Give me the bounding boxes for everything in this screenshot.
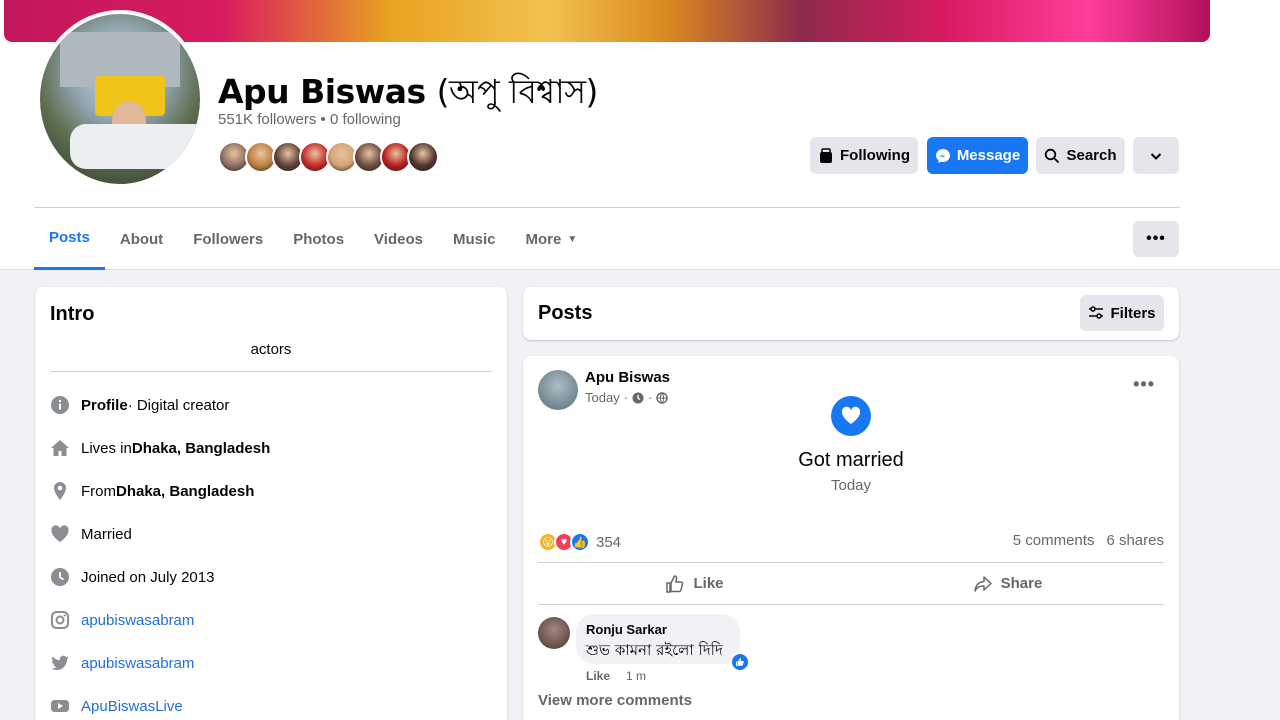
location-pin-icon <box>50 481 70 501</box>
comment-text: শুভ কামনা রইলো দিদি <box>586 641 723 659</box>
filters-button[interactable]: Filters <box>1080 295 1164 331</box>
comment-like-link[interactable]: Like <box>586 669 610 683</box>
chevron-down-icon <box>1150 152 1162 160</box>
comment-bubble: Ronju Sarkar শুভ কামনা রইলো দিদি <box>576 614 750 672</box>
like-button[interactable]: Like <box>538 563 851 604</box>
like-reaction-icon: 👍 <box>570 532 590 552</box>
friend-avatar[interactable] <box>407 141 439 173</box>
commenter-avatar[interactable] <box>538 617 570 649</box>
view-more-comments-link[interactable]: View more comments <box>538 692 692 709</box>
profile-dropdown-button[interactable] <box>1133 137 1179 174</box>
reaction-count: 354 <box>596 533 622 551</box>
followers-count[interactable]: 551K followers • 0 following <box>218 111 401 128</box>
life-event-date: Today <box>830 477 872 494</box>
comment-time[interactable]: 1 m <box>626 669 646 683</box>
twitter-icon <box>50 653 70 673</box>
intro-card: Intro actors Profile · Digital creator L… <box>35 287 507 720</box>
life-event-icon <box>632 392 644 403</box>
intro-divider <box>50 371 492 372</box>
search-button[interactable]: Search <box>1036 137 1125 174</box>
heart-icon <box>50 524 70 544</box>
posts-title: Posts <box>538 302 593 324</box>
post-divider-bottom <box>538 604 1164 605</box>
intro-row-youtube[interactable]: ApuBiswasLive <box>50 694 183 718</box>
comment-footer: Like 1 m <box>586 669 646 683</box>
post-author-avatar[interactable] <box>538 370 578 410</box>
reactions-summary[interactable]: 😮 ♥ 👍 354 <box>538 531 621 553</box>
life-event-title: Got married <box>798 449 904 471</box>
messenger-icon <box>935 148 950 163</box>
post-card: Apu Biswas Today · · ••• Got married Tod… <box>523 356 1179 720</box>
post-options-button[interactable]: ••• <box>1133 374 1155 395</box>
filters-icon <box>1089 306 1104 319</box>
intro-row-instagram[interactable]: apubiswasabram <box>50 608 194 632</box>
info-icon <box>50 395 70 415</box>
tabs-options-button[interactable]: ••• <box>1133 221 1179 257</box>
profile-avatar[interactable] <box>36 10 204 188</box>
tab-videos[interactable]: Videos <box>359 208 438 270</box>
cover-photo[interactable] <box>4 0 1210 42</box>
intro-title: Intro <box>50 303 95 325</box>
instagram-icon <box>50 610 70 630</box>
share-icon <box>973 575 992 592</box>
tab-followers[interactable]: Followers <box>178 208 278 270</box>
tab-about[interactable]: About <box>105 208 178 270</box>
shares-count[interactable]: 6 shares <box>1106 532 1164 549</box>
thumbs-up-icon <box>666 574 684 593</box>
following-icon <box>820 147 832 163</box>
youtube-icon <box>50 696 70 716</box>
intro-row-from: From Dhaka, Bangladesh <box>50 479 254 503</box>
search-icon <box>1045 148 1060 163</box>
post-stats: 5 comments 6 shares <box>1013 532 1164 549</box>
post-author-name[interactable]: Apu Biswas <box>585 369 670 386</box>
globe-icon <box>656 391 669 404</box>
tab-more[interactable]: More ▼ <box>510 208 592 270</box>
intro-bio: actors <box>250 341 292 358</box>
tab-posts[interactable]: Posts <box>34 208 105 270</box>
post-meta: Today · · <box>585 390 669 405</box>
caret-down-icon: ▼ <box>567 233 578 245</box>
intro-row-relationship: Married <box>50 522 132 546</box>
clock-icon <box>50 567 70 587</box>
relationship-heart-icon <box>831 396 871 436</box>
posts-header-card: Posts Filters <box>523 287 1179 340</box>
tab-photos[interactable]: Photos <box>278 208 359 270</box>
intro-row-joined: Joined on July 2013 <box>50 565 214 589</box>
comments-count[interactable]: 5 comments <box>1013 532 1095 549</box>
share-button[interactable]: Share <box>851 563 1164 604</box>
comment-like-badge-icon[interactable] <box>730 652 750 672</box>
commenter-name[interactable]: Ronju Sarkar <box>586 622 667 637</box>
intro-row-twitter[interactable]: apubiswasabram <box>50 651 194 675</box>
intro-row-profile: Profile · Digital creator <box>50 393 229 417</box>
home-icon <box>50 438 70 458</box>
friend-avatars[interactable] <box>218 141 439 175</box>
following-button[interactable]: Following <box>810 137 918 174</box>
message-button[interactable]: Message <box>927 137 1028 174</box>
tab-music[interactable]: Music <box>438 208 511 270</box>
profile-tabs: Posts About Followers Photos Videos Musi… <box>34 208 592 270</box>
post-time[interactable]: Today <box>585 390 620 405</box>
intro-row-lives-in: Lives in Dhaka, Bangladesh <box>50 436 270 460</box>
